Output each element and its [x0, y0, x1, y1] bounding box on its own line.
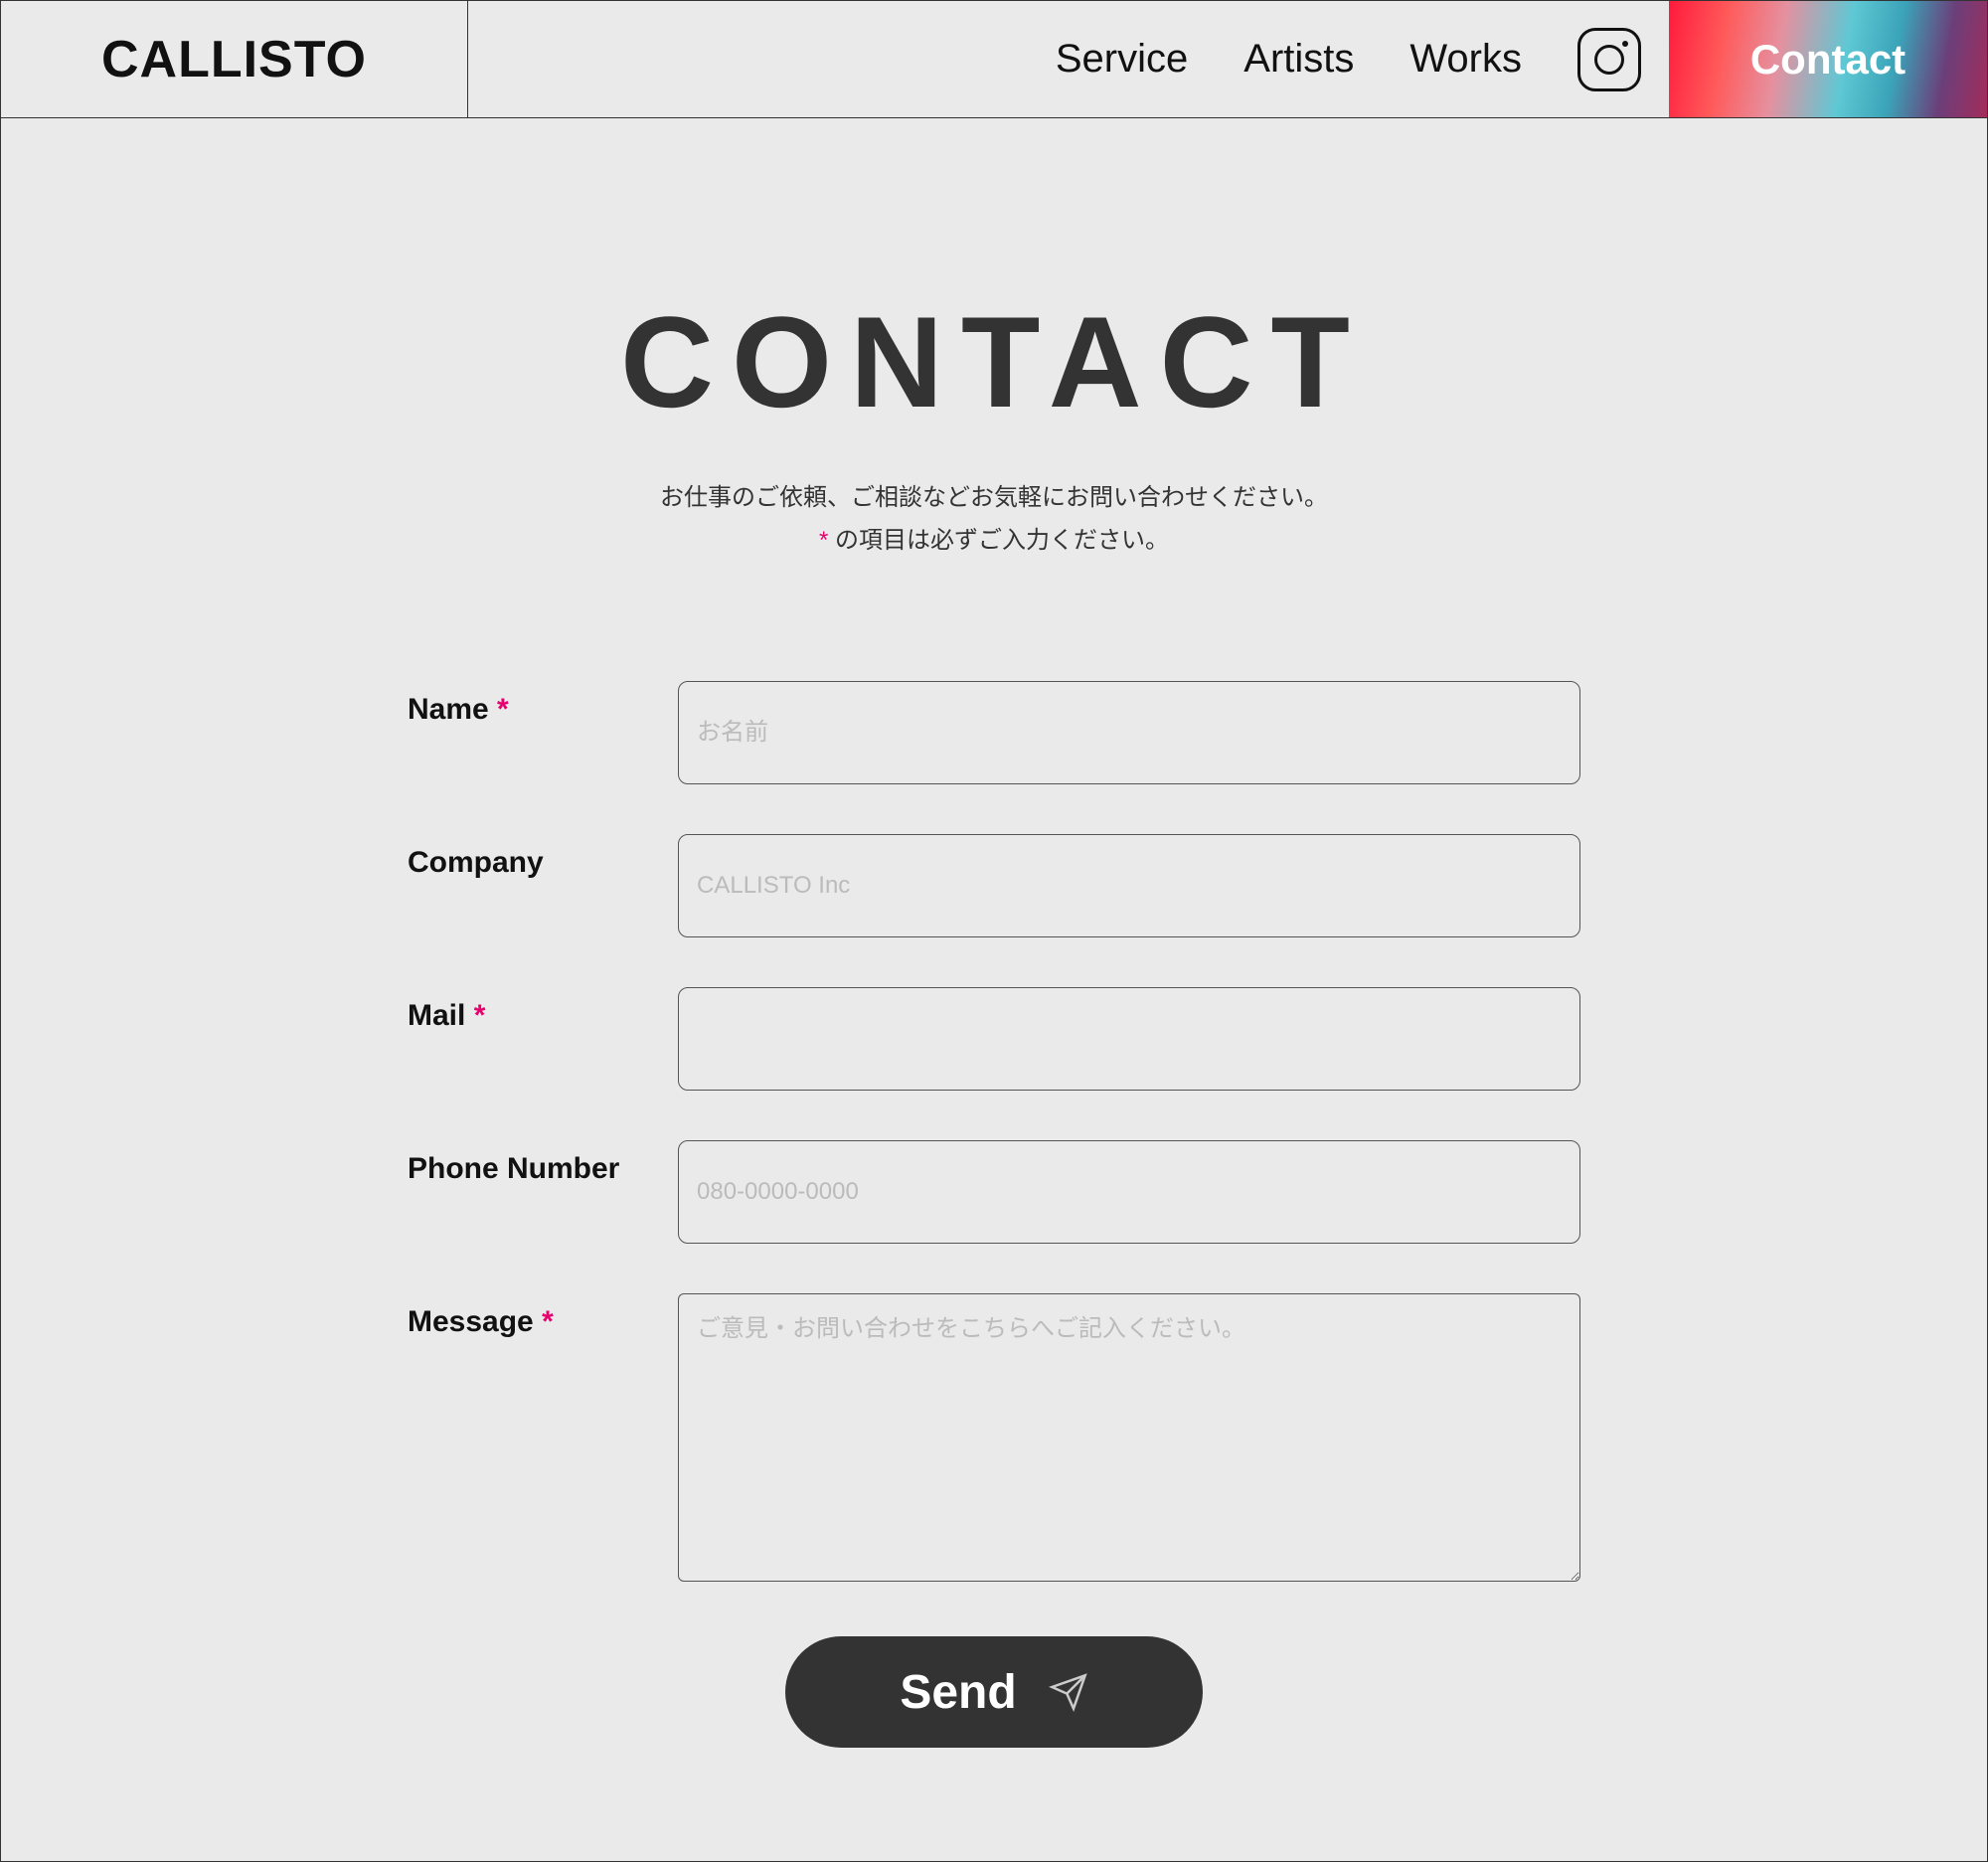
input-col-name: [678, 681, 1580, 784]
contact-form: Name * Company Mail *: [408, 681, 1580, 1748]
logo-box[interactable]: CALLISTO: [1, 1, 468, 117]
send-row: Send: [408, 1636, 1580, 1748]
input-col-company: [678, 834, 1580, 937]
subtitle-line-1: お仕事のご依頼、ご相談などお気軽にお問い合わせください。: [1, 476, 1987, 519]
subtitle-line-2: * の項目は必ずご入力ください。: [1, 519, 1987, 562]
form-row-name: Name *: [408, 681, 1580, 784]
label-col-mail: Mail *: [408, 987, 678, 1033]
phone-input[interactable]: [678, 1140, 1580, 1244]
page-title: CONTACT: [1, 287, 1987, 436]
input-col-phone: [678, 1140, 1580, 1244]
paper-plane-icon: [1049, 1672, 1088, 1712]
page-wrapper: CALLISTO Service Artists Works Contact C…: [0, 0, 1988, 1862]
instagram-dot-icon: [1622, 41, 1628, 47]
nav-works[interactable]: Works: [1382, 37, 1550, 82]
input-col-message: [678, 1293, 1580, 1587]
main-nav: Service Artists Works Contact: [468, 1, 1987, 117]
form-row-phone: Phone Number: [408, 1140, 1580, 1244]
send-button[interactable]: Send: [785, 1636, 1203, 1748]
mail-label: Mail *: [408, 999, 485, 1032]
required-asterisk-icon: *: [497, 693, 509, 726]
main-content: CONTACT お仕事のご依頼、ご相談などお気軽にお問い合わせください。 * の…: [1, 118, 1987, 1861]
nav-contact[interactable]: Contact: [1669, 1, 1987, 117]
input-col-mail: [678, 987, 1580, 1091]
label-col-name: Name *: [408, 681, 678, 727]
form-row-company: Company: [408, 834, 1580, 937]
mail-input[interactable]: [678, 987, 1580, 1091]
company-label: Company: [408, 846, 544, 879]
required-asterisk-icon: *: [542, 1305, 554, 1338]
label-col-message: Message *: [408, 1293, 678, 1339]
subtitle-line-2-text: の項目は必ずご入力ください。: [828, 527, 1169, 554]
message-textarea[interactable]: [678, 1293, 1580, 1582]
nav-service[interactable]: Service: [1028, 37, 1216, 82]
logo-text: CALLISTO: [101, 30, 367, 89]
label-col-company: Company: [408, 834, 678, 880]
nav-artists[interactable]: Artists: [1216, 37, 1382, 82]
header: CALLISTO Service Artists Works Contact: [1, 1, 1987, 118]
instagram-inner-circle-icon: [1594, 45, 1624, 75]
required-asterisk-icon: *: [819, 527, 828, 554]
name-input[interactable]: [678, 681, 1580, 784]
instagram-icon[interactable]: [1577, 28, 1641, 91]
form-row-mail: Mail *: [408, 987, 1580, 1091]
phone-label: Phone Number: [408, 1152, 619, 1185]
form-row-message: Message *: [408, 1293, 1580, 1587]
subtitle-block: お仕事のご依頼、ご相談などお気軽にお問い合わせください。 * の項目は必ずご入力…: [1, 476, 1987, 562]
company-input[interactable]: [678, 834, 1580, 937]
send-button-label: Send: [900, 1665, 1016, 1720]
nav-contact-label: Contact: [1750, 36, 1905, 84]
name-label: Name *: [408, 693, 509, 726]
message-label: Message *: [408, 1305, 554, 1338]
required-asterisk-icon: *: [474, 999, 486, 1032]
label-col-phone: Phone Number: [408, 1140, 678, 1186]
